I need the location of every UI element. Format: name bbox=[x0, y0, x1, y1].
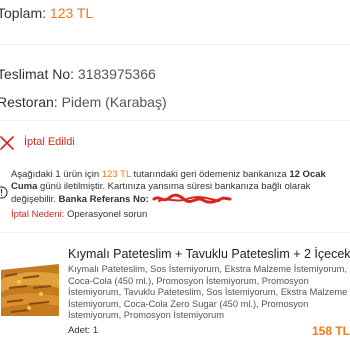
reason-label: İptal Nedeni: bbox=[11, 209, 65, 220]
delivery-number: Teslimat No: 3183975366 bbox=[0, 66, 156, 82]
redacted-scribble bbox=[152, 193, 232, 204]
refund-amount: 123 TL bbox=[101, 169, 131, 180]
product-description: Kıymalı Pateteslim, Sos İstemiyorum, Eks… bbox=[68, 264, 348, 321]
delivery-label: Teslimat No: bbox=[0, 66, 75, 82]
delivery-value: 3183975366 bbox=[77, 66, 156, 82]
close-icon bbox=[0, 136, 14, 150]
reason-value: Operasyonel sorun bbox=[66, 209, 148, 220]
product-price: 158 TL bbox=[312, 324, 350, 338]
restaurant: Restoran: Pidem (Karabaş) bbox=[0, 94, 167, 110]
restaurant-label: Restoran: bbox=[0, 94, 58, 110]
divider bbox=[0, 44, 350, 45]
total-label: Toplam: bbox=[0, 5, 47, 21]
refund-text-mid: tutarındaki geri ödemeniz bankanıza bbox=[130, 169, 290, 180]
total-value: 123 TL bbox=[49, 5, 94, 21]
refund-info: Aşağıdaki 1 ürün için 123 TL tutarındaki… bbox=[11, 169, 347, 206]
divider bbox=[0, 120, 350, 121]
product-image[interactable] bbox=[0, 258, 61, 320]
refund-text-prefix: Aşağıdaki 1 ürün için bbox=[11, 169, 102, 180]
order-total: Toplam: 123 TL bbox=[0, 5, 93, 21]
bank-reference-label: Banka Referans No: bbox=[58, 194, 149, 205]
cancel-status: İptal Edildi bbox=[24, 136, 75, 148]
product-quantity: Adet: 1 bbox=[68, 325, 99, 336]
cancel-reason: İptal Nedeni: Operasyonel sorun bbox=[11, 209, 147, 220]
restaurant-value: Pidem (Karabaş) bbox=[61, 94, 167, 110]
info-icon bbox=[0, 186, 8, 199]
divider bbox=[0, 232, 350, 233]
product-title[interactable]: Kıymalı Pateteslim + Tavuklu Pateteslim … bbox=[68, 247, 350, 261]
